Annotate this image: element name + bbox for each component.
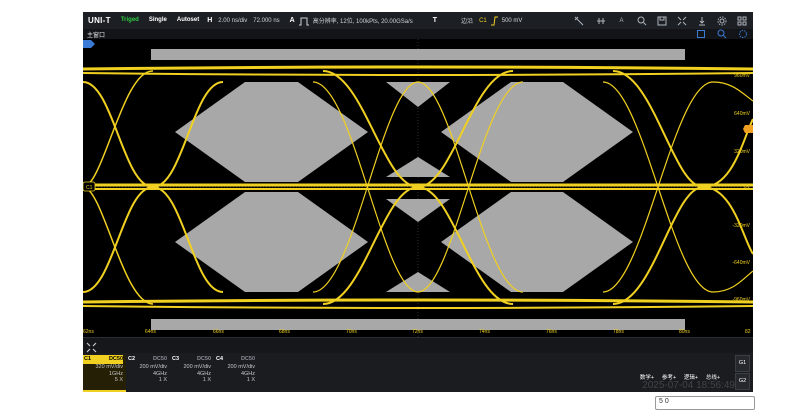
acquire-label[interactable]: A: [287, 17, 298, 24]
trigger-position-marker: [83, 40, 95, 48]
channel-coupling: DC50: [108, 356, 123, 362]
main-window-title: 主窗口: [87, 33, 106, 39]
x-label-72: 72ns: [412, 329, 423, 335]
autoset-button[interactable]: Autoset: [172, 14, 204, 27]
trigger-mode[interactable]: 边沿: [458, 16, 476, 25]
x-label-76: 76ns: [546, 329, 557, 335]
y-label-neg640: -640mV: [732, 260, 750, 266]
brand-logo: UNI-T: [88, 16, 111, 25]
channel-bar: C1 DC50 320 mV/div 1GHz 5 X C2 DC50 200 mV…: [83, 353, 753, 392]
horizontal-label[interactable]: H: [204, 17, 215, 24]
y-label-640: 640mV: [734, 111, 750, 117]
x-label-78: 78ns: [613, 329, 624, 335]
y-label-960: 960mV: [734, 73, 750, 79]
trigger-source[interactable]: C1: [476, 18, 490, 24]
mask-tri-4: [386, 272, 450, 292]
channel-c3[interactable]: C3 DC50 200 mV/div 4GHz 1 X: [171, 355, 214, 392]
single-button[interactable]: Single: [144, 14, 172, 27]
mask-hex-lower-right: [441, 192, 633, 292]
x-label-70: 70ns: [346, 329, 357, 335]
channel-coupling: DC50: [240, 356, 255, 362]
top-toolbar: UNI-T Triged Single Autoset H 2.00 ns/di…: [83, 12, 753, 29]
x-label-62: 62ns: [83, 329, 94, 335]
channel-c4[interactable]: C4 DC50 200 mV/div 4GHz 1 X: [215, 355, 258, 392]
channel-probe: 1 X: [246, 377, 255, 383]
save-icon[interactable]: [656, 15, 667, 26]
x-label-80: 80ns: [679, 329, 690, 335]
oscilloscope-window: UNI-T Triged Single Autoset H 2.00 ns/di…: [83, 12, 753, 392]
channel-probe: 1 X: [202, 377, 211, 383]
mark-icon[interactable]: [697, 30, 705, 38]
mask-top-bar: [151, 49, 685, 60]
cursor-icon[interactable]: [573, 15, 584, 26]
mask-tri-1: [386, 82, 450, 107]
g1-button[interactable]: G1: [735, 355, 750, 372]
tool-row: [83, 337, 753, 353]
utility-icon[interactable]: [696, 15, 707, 26]
horizontal-delay[interactable]: 72.000 ns: [250, 18, 282, 24]
y-label-320: 320mV: [734, 149, 750, 155]
channel-name: C1: [84, 356, 92, 362]
date-time: 2025-07-04 18:56:49: [642, 380, 735, 391]
y-label-neg960: -960mV: [732, 297, 750, 303]
channel-coupling: DC50: [152, 356, 167, 362]
measure-icon[interactable]: [595, 15, 606, 26]
channel-coupling: DC50: [196, 356, 211, 362]
acquire-info[interactable]: 高分辨率, 12位, 100kPts, 20.00GSa/s: [310, 16, 416, 25]
timebase-value[interactable]: 2.00 ns/div: [215, 18, 250, 24]
auto-measure-icon[interactable]: A: [616, 15, 627, 26]
channel-probe: 1 X: [158, 377, 167, 383]
trigger-status[interactable]: Triged: [116, 14, 144, 27]
rising-edge-icon: [490, 16, 499, 26]
y-label-0: 0V: [743, 184, 750, 190]
mask-hex-upper-right: [441, 82, 633, 182]
trigger-level-marker: [743, 125, 753, 133]
trigger-label[interactable]: T: [430, 17, 440, 24]
channel-c2[interactable]: C2 DC50 200 mV/div 4GHz 1 X: [127, 355, 170, 392]
channel-c1[interactable]: C1 DC50 320 mV/div 1GHz 5 X: [83, 355, 126, 392]
channel-name: C2: [128, 356, 136, 362]
search-icon[interactable]: [636, 15, 647, 26]
acquire-waveform-icon: [298, 16, 310, 26]
tooltip: 5 0: [655, 396, 755, 410]
x-label-66: 66ns: [213, 329, 224, 335]
channel-name: C4: [216, 356, 224, 362]
x-label-82: 82: [745, 329, 751, 335]
eye-diagram: C1: [83, 39, 753, 337]
channel-name: C3: [172, 356, 180, 362]
waveform-display[interactable]: C1 960mV 640mV 320mV 0V -320mV -640mV -9…: [83, 39, 753, 337]
x-label-74: 74ns: [479, 329, 490, 335]
trigger-level[interactable]: 500 mV: [499, 18, 526, 24]
x-label-64: 64ns: [145, 329, 156, 335]
mask-tri-2: [386, 157, 450, 177]
display-mode-icon[interactable]: [676, 15, 687, 26]
channel-probe: 5 X: [114, 377, 123, 383]
g2-button[interactable]: G2: [735, 373, 750, 390]
ch1-marker-label: C1: [86, 185, 93, 191]
settings-gear-icon[interactable]: [716, 15, 727, 26]
window-layout-icon[interactable]: [736, 15, 747, 26]
y-label-neg320: -320mV: [732, 223, 750, 229]
x-label-68: 68ns: [279, 329, 290, 335]
window-title-bar: 主窗口: [83, 29, 753, 39]
